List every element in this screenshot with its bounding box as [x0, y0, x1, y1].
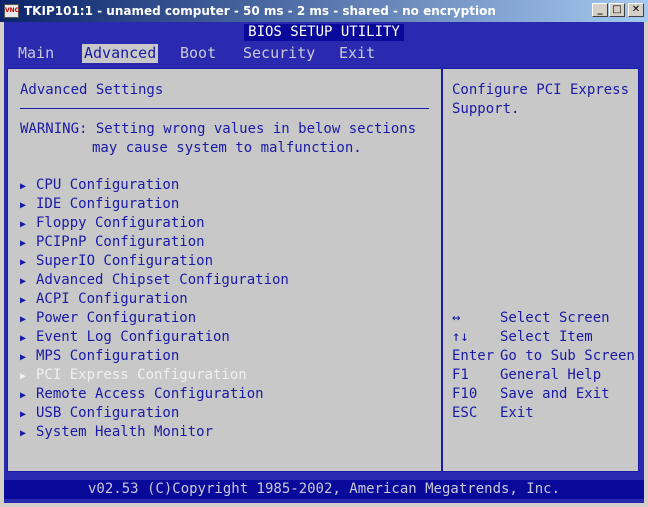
help-text: Configure PCI Express Support.	[452, 82, 630, 117]
warning-line-2: may cause system to malfunction.	[92, 140, 362, 156]
submenu-arrow-icon: ▶	[20, 352, 27, 363]
key-name: F10	[452, 386, 478, 402]
menu-item[interactable]: ▶ Event Log Configuration	[20, 328, 230, 347]
key-description: Save and Exit	[500, 386, 610, 402]
key-description: Select Screen	[500, 310, 610, 326]
menu-item[interactable]: ▶ Remote Access Configuration	[20, 385, 264, 404]
menu-item-label: MPS Configuration	[36, 348, 180, 364]
bios-screen: BIOS SETUP UTILITY Main Advanced Boot Se…	[4, 22, 644, 503]
submenu-arrow-icon: ▶	[20, 276, 27, 287]
vnc-app-icon[interactable]: VNC	[4, 4, 19, 18]
key-name: ↔	[452, 310, 461, 326]
submenu-arrow-icon: ▶	[20, 257, 27, 268]
menu-item-label: SuperIO Configuration	[36, 253, 214, 269]
tab-exit[interactable]: Exit	[337, 44, 377, 63]
menu-item[interactable]: ▶ PCI Express Configuration	[20, 366, 247, 385]
menu-item-label: Remote Access Configuration	[36, 386, 264, 402]
copyright-footer: v02.53 (C)Copyright 1985-2002, American …	[4, 480, 644, 499]
key-description: Go to Sub Screen	[500, 348, 635, 364]
submenu-arrow-icon: ▶	[20, 314, 27, 325]
menu-item[interactable]: ▶ Advanced Chipset Configuration	[20, 271, 289, 290]
page-title: Advanced Settings	[20, 82, 164, 98]
window-title: TKIP101:1 - unamed computer - 50 ms - 2 …	[24, 4, 496, 18]
settings-panel: Advanced Settings WARNING: Setting wrong…	[7, 68, 639, 472]
minimize-button[interactable]: _	[592, 3, 608, 17]
menu-item[interactable]: ▶ System Health Monitor	[20, 423, 213, 442]
submenu-arrow-icon: ▶	[20, 181, 27, 192]
panel-divider	[441, 69, 443, 471]
submenu-arrow-icon: ▶	[20, 238, 27, 249]
menu-item[interactable]: ▶ MPS Configuration	[20, 347, 179, 366]
menu-item-label: Floppy Configuration	[36, 215, 205, 231]
menu-item-label: Event Log Configuration	[36, 329, 230, 345]
tab-advanced[interactable]: Advanced	[82, 44, 159, 63]
maximize-button[interactable]: □	[609, 3, 625, 17]
tab-main[interactable]: Main	[16, 44, 56, 63]
close-button[interactable]: ✕	[628, 3, 644, 17]
menu-item-label: PCI Express Configuration	[36, 367, 247, 383]
menu-item-label: Advanced Chipset Configuration	[36, 272, 289, 288]
menu-item-label: USB Configuration	[36, 405, 180, 421]
menu-item[interactable]: ▶ IDE Configuration	[20, 195, 179, 214]
submenu-arrow-icon: ▶	[20, 200, 27, 211]
heading-rule	[20, 108, 429, 109]
submenu-arrow-icon: ▶	[20, 409, 27, 420]
tab-boot[interactable]: Boot	[178, 44, 218, 63]
menu-item-label: CPU Configuration	[36, 177, 180, 193]
submenu-arrow-icon: ▶	[20, 390, 27, 401]
tab-security[interactable]: Security	[241, 44, 317, 63]
menu-item[interactable]: ▶ Power Configuration	[20, 309, 196, 328]
menu-item[interactable]: ▶ PCIPnP Configuration	[20, 233, 205, 252]
key-name: F1	[452, 367, 469, 383]
menu-item[interactable]: ▶ ACPI Configuration	[20, 290, 188, 309]
menu-item[interactable]: ▶ SuperIO Configuration	[20, 252, 213, 271]
menu-item[interactable]: ▶ CPU Configuration	[20, 176, 179, 195]
submenu-arrow-icon: ▶	[20, 295, 27, 306]
menu-item-label: System Health Monitor	[36, 424, 214, 440]
menu-item-label: Power Configuration	[36, 310, 197, 326]
key-description: Select Item	[500, 329, 593, 345]
menu-item-label: ACPI Configuration	[36, 291, 188, 307]
menu-item[interactable]: ▶ Floppy Configuration	[20, 214, 205, 233]
menu-item-label: PCIPnP Configuration	[36, 234, 205, 250]
window-titlebar[interactable]: VNC TKIP101:1 - unamed computer - 50 ms …	[0, 0, 648, 22]
key-description: Exit	[500, 405, 534, 421]
submenu-arrow-icon: ▶	[20, 371, 27, 382]
key-description: General Help	[500, 367, 602, 383]
submenu-arrow-icon: ▶	[20, 428, 27, 439]
menu-item-label: IDE Configuration	[36, 196, 180, 212]
key-name: ↑↓	[452, 329, 469, 345]
submenu-arrow-icon: ▶	[20, 333, 27, 344]
key-name: Enter	[452, 348, 495, 364]
menu-item[interactable]: ▶ USB Configuration	[20, 404, 179, 423]
key-name: ESC	[452, 405, 478, 421]
submenu-arrow-icon: ▶	[20, 219, 27, 230]
warning-line-1: WARNING: Setting wrong values in below s…	[20, 121, 417, 137]
bios-utility-title: BIOS SETUP UTILITY	[244, 24, 404, 41]
